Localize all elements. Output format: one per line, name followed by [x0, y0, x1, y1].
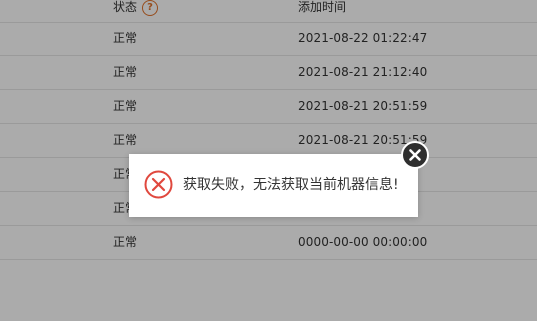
- close-icon: [409, 149, 421, 161]
- error-dialog: 获取失败，无法获取当前机器信息!: [129, 154, 418, 217]
- error-message: 获取失败，无法获取当前机器信息!: [183, 177, 399, 193]
- error-icon: [144, 170, 173, 199]
- close-button[interactable]: [401, 141, 429, 169]
